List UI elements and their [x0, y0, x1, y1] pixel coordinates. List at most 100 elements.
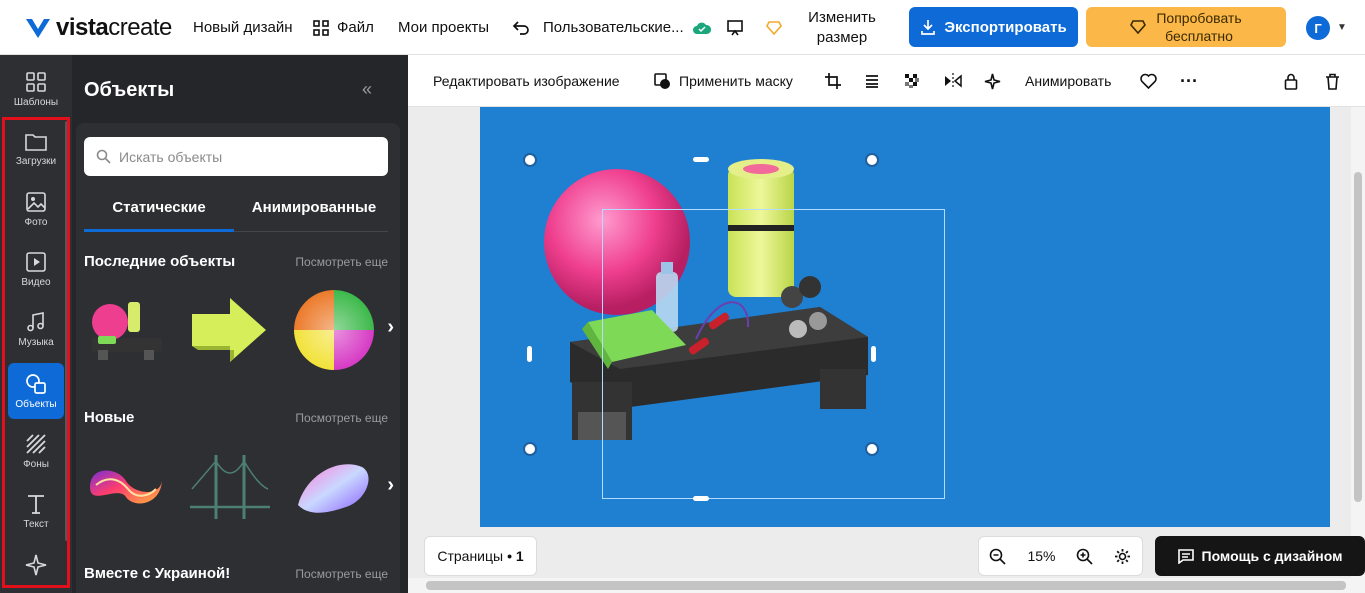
lock-icon: [1284, 73, 1298, 90]
effects-button[interactable]: [984, 55, 1001, 107]
horizontal-scroll-thumb[interactable]: [426, 581, 1346, 590]
try-free-button[interactable]: Попробовать бесплатно: [1086, 7, 1286, 47]
see-more-recent-link[interactable]: Посмотреть еще: [295, 255, 388, 269]
rail-item-music[interactable]: Музыка: [8, 301, 64, 357]
object-thumb-wave[interactable]: [84, 445, 168, 529]
resize-handle-top[interactable]: [693, 157, 709, 162]
objects-icon: [26, 373, 46, 394]
edit-image-button[interactable]: Редактировать изображение: [433, 55, 620, 107]
position-button[interactable]: [865, 55, 879, 107]
next-recent-icon[interactable]: ›: [387, 316, 394, 339]
my-projects-button[interactable]: Мои проекты: [398, 0, 489, 55]
search-box[interactable]: [84, 137, 388, 176]
transparency-button[interactable]: [905, 55, 919, 107]
export-button[interactable]: Экспортировать: [909, 7, 1078, 47]
rail-item-photos[interactable]: Фото: [8, 181, 64, 237]
crop-button[interactable]: [825, 55, 841, 107]
panel-content: Статические Анимированные Последние объе…: [76, 123, 400, 593]
resize-handle-bottom[interactable]: [693, 496, 709, 501]
new-design-label: Новый дизайн: [193, 19, 293, 36]
next-new-icon[interactable]: ›: [387, 474, 394, 497]
rail-item-label: Музыка: [18, 336, 54, 348]
flip-button[interactable]: [944, 55, 962, 107]
delete-button[interactable]: [1325, 55, 1340, 107]
vertical-scrollbar[interactable]: [1351, 107, 1365, 593]
export-label: Экспортировать: [944, 18, 1067, 36]
design-artboard[interactable]: [480, 107, 1330, 527]
see-more-new-link[interactable]: Посмотреть еще: [295, 411, 388, 425]
tab-static[interactable]: Статические: [84, 199, 234, 216]
pages-count: • 1: [507, 548, 524, 564]
object-thumb-arrow[interactable]: [188, 288, 272, 372]
rail-item-backgrounds[interactable]: Фоны: [8, 423, 64, 479]
chevron-down-icon[interactable]: ▼: [1337, 22, 1347, 33]
user-avatar[interactable]: Г: [1306, 16, 1330, 40]
file-label: Файл: [337, 19, 374, 36]
apply-mask-button[interactable]: Применить маску: [654, 55, 793, 107]
try-label-line1: Попробовать: [1156, 10, 1242, 26]
resize-handle-bottom-right[interactable]: [865, 442, 879, 456]
edit-image-label: Редактировать изображение: [433, 73, 620, 89]
rail-item-label: Объекты: [15, 398, 57, 410]
rail-item-uploads[interactable]: Загрузки: [8, 121, 64, 177]
vistacreate-logo[interactable]: vistacreate: [24, 14, 172, 42]
gear-icon[interactable]: [1114, 548, 1131, 565]
logo-text-light: create: [108, 14, 172, 41]
lock-button[interactable]: [1284, 55, 1298, 107]
present-button[interactable]: [726, 0, 744, 55]
pages-label: Страницы: [437, 548, 504, 564]
transparency-icon: [905, 74, 919, 88]
vertical-scroll-thumb[interactable]: [1354, 172, 1362, 502]
pages-button[interactable]: Страницы • 1: [424, 536, 537, 576]
favorite-button[interactable]: [1140, 55, 1157, 107]
rail-item-templates[interactable]: Шаблоны: [8, 61, 64, 117]
zoom-in-icon[interactable]: [1076, 548, 1094, 565]
undo-icon: [512, 20, 529, 35]
object-thumb-iridescent[interactable]: [292, 445, 376, 529]
video-icon: [26, 251, 46, 272]
zoom-out-icon[interactable]: [989, 548, 1007, 565]
project-name[interactable]: Пользовательские...: [543, 0, 684, 55]
object-toolbar: Редактировать изображение Применить маск…: [408, 55, 1365, 107]
resize-handle-bottom-left[interactable]: [523, 442, 537, 456]
object-thumb-fitness[interactable]: [84, 288, 168, 372]
help-label: Помощь с дизайном: [1201, 548, 1343, 564]
panel-title: Объекты: [84, 79, 175, 101]
object-thumb-bridge[interactable]: [188, 445, 272, 529]
download-icon: [921, 20, 936, 35]
rail-item-text[interactable]: Текст: [8, 483, 64, 539]
rail-item-label: Текст: [23, 518, 49, 530]
undo-button[interactable]: [512, 0, 530, 55]
objects-panel: Объекты « Статические Анимированные Посл…: [72, 55, 408, 593]
resize-handle-top-left[interactable]: [523, 153, 537, 167]
zoom-controls: 15%: [978, 536, 1143, 576]
rail-item-label: Шаблоны: [13, 96, 59, 108]
tab-active-indicator: [84, 229, 234, 232]
tab-animated[interactable]: Анимированные: [240, 199, 388, 216]
object-thumb-color-wheel[interactable]: [292, 288, 376, 372]
resize-handle-top-right[interactable]: [865, 153, 879, 167]
rail-item-video[interactable]: Видео: [8, 241, 64, 297]
rail-item-label: Фото: [24, 216, 48, 228]
search-input[interactable]: [119, 148, 369, 165]
see-more-ukraine-link[interactable]: Посмотреть еще: [295, 567, 388, 581]
resize-button[interactable]: Изменить размер: [800, 0, 884, 55]
selection-box: [602, 209, 945, 499]
zoom-level[interactable]: 15%: [1027, 548, 1055, 564]
collapse-panel-icon[interactable]: «: [362, 79, 372, 100]
resize-handle-right[interactable]: [871, 346, 876, 362]
resize-handle-left[interactable]: [527, 346, 532, 362]
presentation-icon: [727, 19, 743, 35]
rail-scrollbar[interactable]: [65, 121, 69, 541]
logo-mark-icon: [26, 19, 50, 38]
rail-item-objects[interactable]: Объекты: [8, 363, 64, 419]
horizontal-scrollbar[interactable]: [408, 578, 1365, 593]
design-help-button[interactable]: Помощь с дизайном: [1155, 536, 1365, 576]
animate-button[interactable]: Анимировать: [1025, 55, 1111, 107]
file-menu-button[interactable]: Файл: [313, 0, 374, 55]
resize-label-line1: Изменить: [808, 8, 876, 26]
more-options-icon[interactable]: ···: [1180, 55, 1198, 107]
new-design-button[interactable]: Новый дизайн: [193, 0, 293, 55]
rail-item-ai[interactable]: [8, 537, 64, 593]
project-name-label: Пользовательские...: [543, 19, 684, 36]
